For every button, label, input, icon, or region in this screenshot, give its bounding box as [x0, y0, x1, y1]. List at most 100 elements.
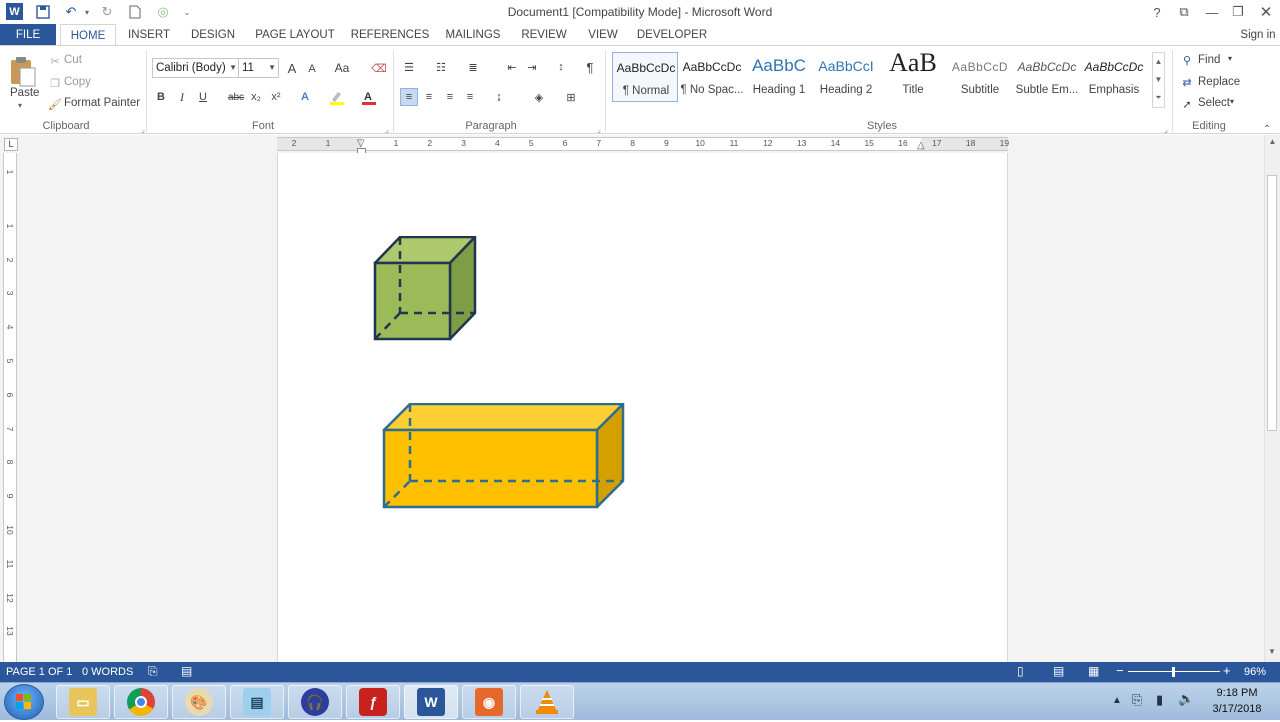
- yellow-cuboid-shape[interactable]: [382, 403, 626, 510]
- shading-icon[interactable]: ◈: [530, 88, 548, 106]
- show-formatting-marks-icon[interactable]: ¶: [581, 58, 599, 76]
- style-subtle-emphasis[interactable]: AaBbCcDc Subtle Em...: [1014, 52, 1080, 102]
- start-button[interactable]: [4, 684, 44, 720]
- vertical-scrollbar[interactable]: ▲ ▼: [1264, 135, 1280, 662]
- zoom-in-button[interactable]: +: [1223, 663, 1231, 678]
- italic-button[interactable]: I: [173, 88, 191, 106]
- restore-button[interactable]: ❐: [1226, 2, 1250, 22]
- change-case-icon[interactable]: Aa: [331, 59, 353, 77]
- tab-mailings[interactable]: MAILINGS: [440, 24, 506, 46]
- chevron-down-icon[interactable]: ▼: [1153, 71, 1164, 89]
- superscript-button[interactable]: x²: [267, 88, 285, 106]
- tab-page-layout[interactable]: PAGE LAYOUT: [252, 24, 338, 46]
- ribbon-display-options-icon[interactable]: ⧉: [1172, 2, 1196, 22]
- taskbar-word[interactable]: W: [404, 685, 458, 719]
- format-painter-icon[interactable]: 🖌: [46, 95, 64, 113]
- tab-developer[interactable]: DEVELOPER: [636, 24, 708, 46]
- more-styles-icon[interactable]: ⏷: [1153, 89, 1164, 107]
- tab-references[interactable]: REFERENCES: [350, 24, 430, 46]
- font-color-icon[interactable]: A: [360, 88, 378, 106]
- proofing-icon[interactable]: ⎘: [148, 664, 158, 679]
- taskbar-explorer[interactable]: ▭: [56, 685, 110, 719]
- style-title[interactable]: AaB Title: [880, 48, 946, 102]
- taskbar-vlc[interactable]: [520, 685, 574, 719]
- sign-in-link[interactable]: Sign in: [1238, 24, 1278, 46]
- document-page[interactable]: [277, 153, 1008, 662]
- cut-icon[interactable]: ✂: [46, 52, 64, 70]
- tab-insert[interactable]: INSERT: [122, 24, 176, 46]
- shrink-font-icon[interactable]: A: [303, 60, 321, 78]
- select-button[interactable]: Select: [1198, 97, 1230, 109]
- taskbar-chrome[interactable]: [114, 685, 168, 719]
- zoom-slider-thumb[interactable]: [1172, 667, 1176, 677]
- volume-icon[interactable]: 🔈: [1178, 691, 1194, 707]
- web-layout-icon[interactable]: ▦: [1088, 664, 1099, 678]
- paste-button[interactable]: Paste: [10, 87, 39, 99]
- text-effects-icon[interactable]: A: [296, 88, 314, 106]
- style-no-spacing[interactable]: AaBbCcDc ¶ No Spac...: [679, 52, 745, 102]
- network-icon[interactable]: ▮: [1156, 692, 1163, 708]
- taskbar-audacity[interactable]: 🎧: [288, 685, 342, 719]
- clear-formatting-icon[interactable]: ⌫: [370, 59, 388, 77]
- find-dropdown-icon[interactable]: ▾: [1228, 54, 1232, 63]
- horizontal-ruler[interactable]: 2 1 1 2 3 4 5 6 7 8 9 10 11 12 13 14 15 16 17 18 19 ▽ △: [277, 137, 1009, 151]
- align-center-icon[interactable]: ≡: [420, 88, 438, 106]
- taskbar-paint[interactable]: 🎨: [172, 685, 226, 719]
- tab-design[interactable]: DESIGN: [186, 24, 240, 46]
- tab-review[interactable]: REVIEW: [516, 24, 572, 46]
- cut-button[interactable]: Cut: [64, 54, 82, 66]
- select-icon[interactable]: ➚: [1178, 95, 1196, 113]
- borders-icon[interactable]: ⊞: [562, 88, 580, 106]
- paste-icon[interactable]: [8, 56, 38, 88]
- scroll-up-icon[interactable]: ▲: [1265, 137, 1280, 146]
- grow-font-icon[interactable]: A: [283, 59, 301, 77]
- vertical-ruler[interactable]: 1 1 2 3 4 5 6 7 8 9 10 11 12 13: [3, 153, 17, 662]
- decrease-indent-icon[interactable]: ⇤: [503, 58, 521, 76]
- print-layout-icon[interactable]: ▤: [1053, 664, 1064, 678]
- strikethrough-button[interactable]: abc: [226, 88, 246, 106]
- paste-dropdown-icon[interactable]: ▾: [18, 101, 22, 110]
- font-size-select[interactable]: 11 ▼: [238, 58, 279, 78]
- increase-indent-icon[interactable]: ⇥: [523, 58, 541, 76]
- copy-button[interactable]: Copy: [64, 76, 91, 88]
- replace-icon[interactable]: ⇄: [1178, 73, 1196, 91]
- taskbar-screen-recorder[interactable]: ◉: [462, 685, 516, 719]
- align-right-icon[interactable]: ≡: [441, 88, 459, 106]
- device-icon[interactable]: ⎘: [1132, 692, 1142, 708]
- right-indent-marker[interactable]: △: [917, 140, 925, 151]
- align-left-icon[interactable]: ≡: [400, 88, 418, 106]
- sort-icon[interactable]: ↕: [552, 58, 570, 76]
- scroll-down-icon[interactable]: ▼: [1268, 647, 1276, 656]
- underline-button[interactable]: U: [194, 88, 212, 106]
- minimize-button[interactable]: —: [1200, 2, 1224, 22]
- styles-scroll[interactable]: ▲ ▼ ⏷: [1152, 52, 1165, 108]
- find-button[interactable]: Find: [1198, 54, 1220, 66]
- clock-time[interactable]: 9:18 PM: [1204, 687, 1270, 699]
- help-icon[interactable]: ?: [1145, 2, 1169, 22]
- read-mode-icon[interactable]: ▯: [1017, 664, 1024, 678]
- font-family-select[interactable]: Calibri (Body) ▼: [152, 58, 240, 78]
- subscript-button[interactable]: x₂: [247, 88, 265, 106]
- replace-button[interactable]: Replace: [1198, 76, 1240, 88]
- style-heading-1[interactable]: AaBbC Heading 1: [746, 52, 812, 102]
- line-spacing-icon[interactable]: ↨: [490, 88, 508, 106]
- green-cube-shape[interactable]: [373, 236, 479, 342]
- taskbar-flash[interactable]: ƒ: [346, 685, 400, 719]
- page-count[interactable]: PAGE 1 OF 1: [6, 666, 72, 678]
- tab-home[interactable]: HOME: [60, 24, 116, 46]
- justify-icon[interactable]: ≡: [461, 88, 479, 106]
- zoom-level[interactable]: 96%: [1244, 666, 1266, 678]
- bullets-icon[interactable]: ☰: [400, 58, 418, 76]
- style-normal[interactable]: AaBbCcDc ¶ Normal: [612, 52, 678, 102]
- clock-date[interactable]: 3/17/2018: [1204, 703, 1270, 715]
- copy-icon[interactable]: ❐: [46, 74, 64, 92]
- style-subtitle[interactable]: AaBbCcD Subtitle: [947, 52, 1013, 102]
- macro-recording-icon[interactable]: ▤: [181, 664, 192, 678]
- find-icon[interactable]: ⚲: [1178, 51, 1196, 69]
- tab-selector-icon[interactable]: L: [4, 138, 18, 151]
- chevron-up-icon[interactable]: ▲: [1153, 53, 1164, 71]
- tab-view[interactable]: VIEW: [582, 24, 624, 46]
- numbering-icon[interactable]: ☷: [432, 58, 450, 76]
- select-dropdown-icon[interactable]: ▾: [1230, 97, 1234, 106]
- show-hidden-icons[interactable]: ▲: [1112, 695, 1122, 706]
